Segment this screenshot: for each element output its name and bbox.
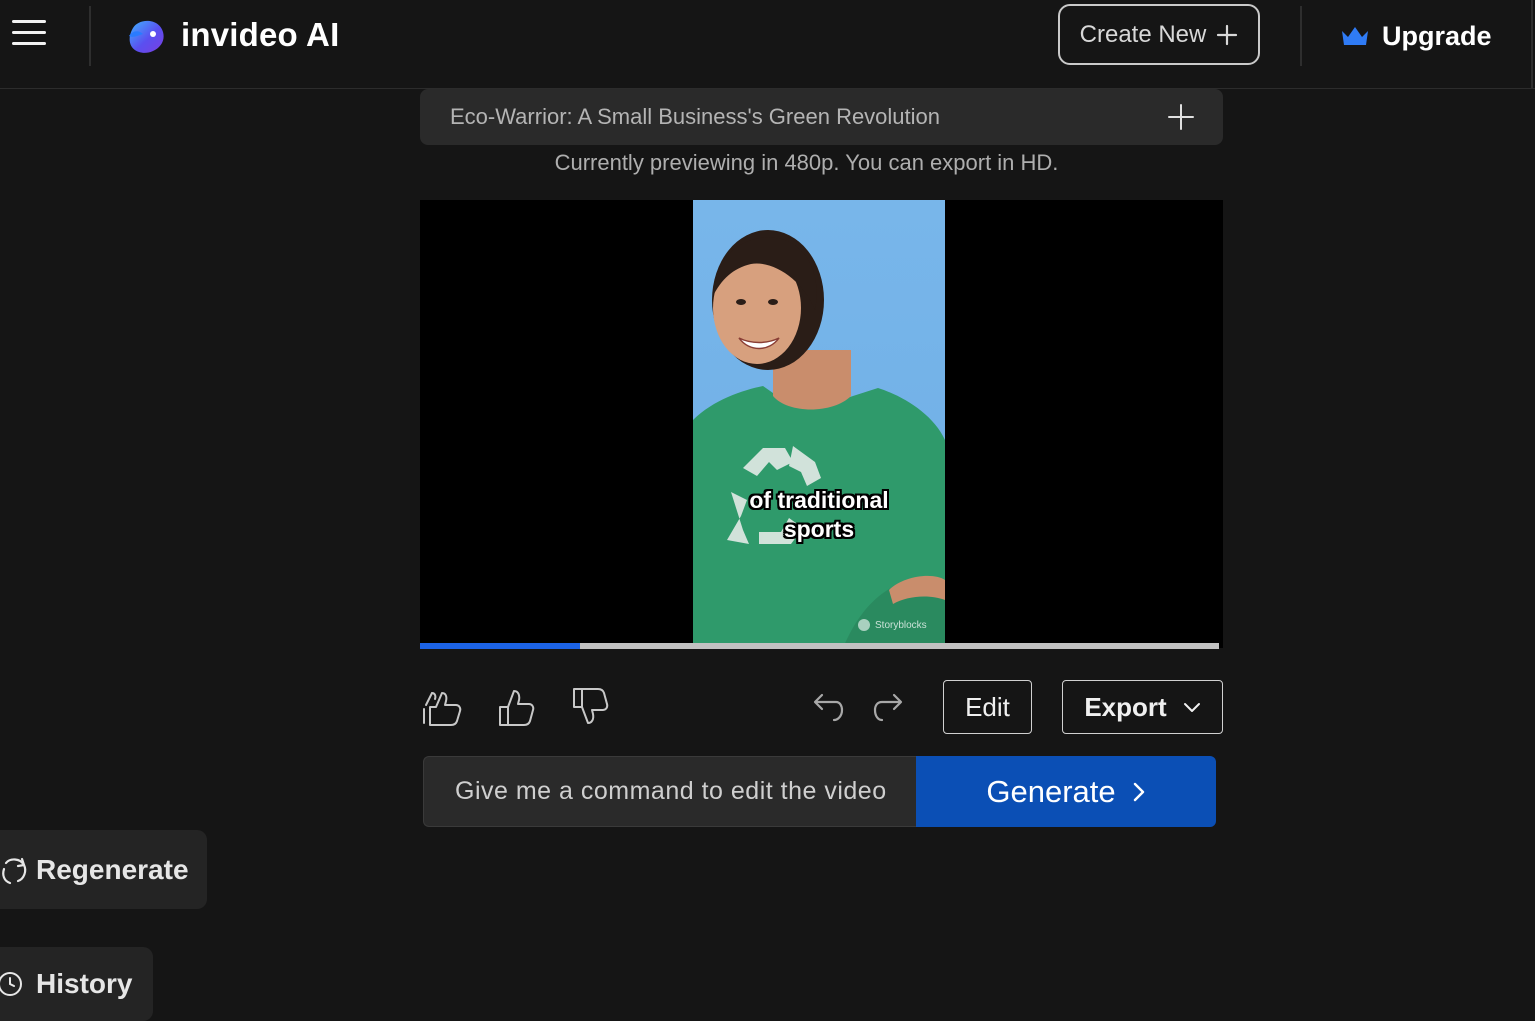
- command-input[interactable]: [423, 756, 916, 827]
- upgrade-button[interactable]: Upgrade: [1340, 14, 1492, 58]
- divider: [89, 6, 91, 66]
- caption-line-2: sports: [783, 516, 855, 542]
- create-new-button[interactable]: Create New: [1058, 4, 1260, 65]
- undo-icon[interactable]: [806, 688, 846, 728]
- export-label: Export: [1084, 691, 1167, 722]
- caption-line-1: of traditional: [749, 487, 889, 513]
- video-progress-fill: [420, 643, 580, 649]
- regenerate-icon: [2, 857, 27, 884]
- chevron-right-icon: [1133, 782, 1144, 801]
- upgrade-label: Upgrade: [1382, 20, 1492, 51]
- video-caption: of traditional sports: [693, 486, 945, 544]
- create-new-label: Create New: [1079, 20, 1207, 48]
- generate-label: Generate: [986, 773, 1116, 809]
- storyblocks-icon: [858, 619, 870, 631]
- plus-icon: [1217, 24, 1238, 45]
- chevron-down-icon: [1183, 703, 1200, 712]
- video-frame-image: of traditional sports Storyblocks: [693, 200, 945, 648]
- project-title: Eco-Warrior: A Small Business's Green Re…: [450, 104, 941, 129]
- preview-quality-note: Currently previewing in 480p. You can ex…: [554, 150, 1059, 175]
- watermark-label: Storyblocks: [875, 619, 927, 631]
- app-name: invideo AI: [181, 16, 340, 53]
- video-progress-bar[interactable]: [420, 643, 1219, 649]
- crown-icon: [1342, 27, 1368, 45]
- regenerate-label: Regenerate: [36, 853, 189, 885]
- export-button[interactable]: Export: [1062, 680, 1223, 734]
- edit-label: Edit: [965, 691, 1010, 722]
- project-title-bar[interactable]: Eco-Warrior: A Small Business's Green Re…: [420, 89, 1223, 145]
- add-icon[interactable]: [1167, 103, 1195, 131]
- menu-icon[interactable]: [12, 18, 46, 48]
- clock-icon: [0, 972, 22, 996]
- person-illustration: [693, 230, 945, 648]
- watermark: Storyblocks: [857, 618, 927, 632]
- invideo-logo-icon: [129, 20, 164, 53]
- history-label: History: [36, 968, 133, 999]
- video-player[interactable]: of traditional sports Storyblocks: [420, 200, 1223, 648]
- history-button[interactable]: History: [0, 947, 153, 1021]
- double-thumbs-up-icon[interactable]: [420, 685, 464, 729]
- edit-button[interactable]: Edit: [943, 680, 1032, 734]
- thumbs-up-icon[interactable]: [494, 685, 538, 729]
- generate-button[interactable]: Generate: [916, 756, 1216, 827]
- divider: [1300, 6, 1302, 66]
- thumbs-down-icon[interactable]: [568, 685, 612, 729]
- redo-icon[interactable]: [870, 688, 910, 728]
- top-bar: invideo AI Create New Upgrade: [0, 0, 1535, 89]
- regenerate-button[interactable]: Regenerate: [0, 830, 207, 909]
- divider: [1531, 0, 1533, 88]
